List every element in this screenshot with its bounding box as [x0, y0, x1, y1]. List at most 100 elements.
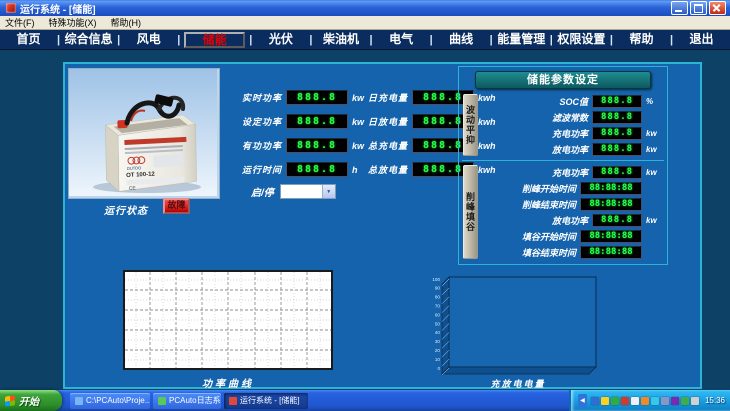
nav-item-12[interactable]: 退出 — [673, 32, 730, 47]
energy-chart-title: 充放电电量 — [428, 377, 608, 390]
tray-icon-10[interactable] — [681, 397, 689, 405]
settings-group: 削峰填谷充电功率888.8kw削峰开始时间88:88:88削峰结束时间88:88… — [463, 164, 663, 260]
task-app-icon — [229, 397, 237, 405]
minimize-icon — [675, 10, 682, 12]
settings-row: 放电功率 888.8 kw — [481, 212, 663, 228]
setting-label: 放电功率 — [481, 214, 588, 227]
nav-separator: | — [177, 34, 180, 46]
settings-row: 填谷结束时间88:88:88 — [481, 244, 663, 260]
energy-ytick: 70 — [435, 304, 441, 309]
taskbar-task-2[interactable]: PCAuto日志系统 — [153, 393, 221, 409]
setting-unit: % — [646, 97, 663, 106]
setting-value-display[interactable]: 888.8 — [592, 95, 642, 108]
metric-label: 实时功率 — [214, 91, 282, 104]
tray-icon-6[interactable] — [641, 397, 649, 405]
settings-group: 波动平抑SOC值888.8%滤波常数888.8充电功率888.8kw放电功率88… — [463, 93, 663, 157]
tray-icons — [591, 397, 699, 405]
nav-item-8[interactable]: 曲线 — [433, 32, 490, 47]
metric-label: 运行时间 — [214, 163, 282, 176]
setting-value-display[interactable]: 888.8 — [592, 127, 642, 140]
nav-item-3[interactable]: 风电 — [120, 32, 177, 47]
start-button[interactable]: 开始 — [0, 390, 62, 411]
energy-ytick: 60 — [435, 312, 441, 317]
settings-panel: 储能参数设定 波动平抑SOC值888.8%滤波常数888.8充电功率888.8k… — [458, 66, 668, 265]
nav-item-10[interactable]: 权限设置 — [553, 32, 610, 47]
screen: 运行系统 - [储能] 文件(F) 特殊功能(X) 帮助(H) 首页|综合信息|… — [0, 0, 730, 411]
start-stop-label: 启/停 — [251, 184, 274, 199]
setting-label: 削峰结束时间 — [481, 198, 576, 211]
setting-label: SOC值 — [481, 95, 588, 108]
settings-row: 填谷开始时间88:88:88 — [481, 228, 663, 244]
energy-ytick: 30 — [435, 339, 441, 344]
settings-row: SOC值 888.8% — [481, 93, 663, 109]
setting-value-display[interactable]: 888.8 — [592, 214, 642, 227]
tray-icon-2[interactable] — [601, 397, 609, 405]
menu-file[interactable]: 文件(F) — [5, 16, 35, 29]
nav-item-1[interactable]: 首页 — [0, 32, 57, 47]
setting-value-display[interactable]: 888.8 — [592, 166, 642, 179]
nav-item-7[interactable]: 电气 — [373, 32, 430, 47]
setting-unit: kw — [646, 145, 663, 154]
task-label: PCAuto日志系统 — [169, 395, 221, 406]
nav-item-2[interactable]: 综合信息 — [60, 32, 117, 47]
start-button-label: 开始 — [19, 393, 39, 408]
metric-label: 总充电量 — [340, 139, 408, 152]
settings-group-tab[interactable]: 削峰填谷 — [463, 165, 478, 259]
setting-value-display[interactable]: 888.8 — [592, 111, 642, 124]
settings-groups: 波动平抑SOC值888.8%滤波常数888.8充电功率888.8kw放电功率88… — [461, 93, 665, 260]
setting-value-display[interactable]: 88:88:88 — [580, 198, 642, 211]
setting-label: 放电功率 — [481, 143, 588, 156]
metric-value-display: 888.8 — [286, 114, 348, 129]
main-panel: OUTDO OT 100-12 CE 运行状态 故障 实时功率888.8kw设定… — [63, 62, 702, 389]
setting-value-display[interactable]: 88:88:88 — [580, 182, 642, 195]
tray-icon-4[interactable] — [621, 397, 629, 405]
battery-brand: OUTDO — [127, 165, 142, 171]
windows-flag-icon — [5, 395, 15, 406]
tray-icon-9[interactable] — [671, 397, 679, 405]
metric-value-display: 888.8 — [286, 138, 348, 153]
energy-ytick: 20 — [435, 348, 441, 353]
nav-item-5[interactable]: 光伏 — [252, 32, 309, 47]
settings-row: 充电功率888.8kw — [481, 125, 663, 141]
settings-group-tab[interactable]: 波动平抑 — [463, 94, 478, 156]
setting-value-display[interactable]: 888.8 — [592, 143, 642, 156]
restore-icon — [694, 4, 703, 13]
tray-icon-8[interactable] — [661, 397, 669, 405]
start-stop-row: 启/停 ▼ — [251, 184, 336, 199]
task-label: C:\PCAuto\Proje... — [86, 396, 150, 405]
tray-icon-11[interactable] — [691, 397, 699, 405]
settings-panel-title: 储能参数设定 — [475, 71, 651, 89]
metric-label: 总放电量 — [340, 163, 408, 176]
metric-label: 设定功率 — [214, 115, 282, 128]
energy-chart: 1009080706050403020100 — [428, 272, 608, 378]
minimize-button[interactable] — [671, 1, 688, 15]
menu-help[interactable]: 帮助(H) — [111, 16, 142, 29]
nav-item-6[interactable]: 柴油机 — [312, 32, 369, 47]
menu-special[interactable]: 特殊功能(X) — [49, 16, 97, 29]
close-button[interactable] — [709, 1, 726, 15]
metric-value-display: 888.8 — [286, 162, 348, 177]
tray-collapse-icon[interactable]: ◀ — [578, 394, 587, 408]
setting-value-display[interactable]: 88:88:88 — [580, 230, 642, 243]
taskbar-task-3[interactable]: 运行系统 - [储能] — [224, 393, 308, 409]
nav-item-4[interactable]: 储能 — [184, 32, 245, 48]
battery-image-box: OUTDO OT 100-12 CE — [68, 68, 220, 199]
tray-icon-1[interactable] — [591, 397, 599, 405]
setting-unit: kw — [646, 216, 663, 225]
setting-value-display[interactable]: 88:88:88 — [580, 246, 642, 259]
energy-ytick: 80 — [435, 295, 441, 300]
start-stop-select[interactable]: ▼ — [280, 184, 336, 199]
taskbar-task-1[interactable]: C:\PCAuto\Proje... — [70, 393, 150, 409]
tray-icon-3[interactable] — [611, 397, 619, 405]
metric-label: 日放电量 — [340, 115, 408, 128]
nav-item-9[interactable]: 能量管理 — [493, 32, 550, 47]
window-title: 运行系统 - [储能] — [20, 1, 96, 16]
taskbar-clock: 15:36 — [705, 396, 725, 405]
tray-icon-7[interactable] — [651, 397, 659, 405]
nav-item-11[interactable]: 帮助 — [613, 32, 670, 47]
settings-rows: 充电功率888.8kw削峰开始时间88:88:88削峰结束时间88:88:88放… — [481, 164, 663, 260]
tray-icon-5[interactable] — [631, 397, 639, 405]
run-status-label: 运行状态 — [93, 202, 159, 217]
restore-button[interactable] — [690, 1, 707, 15]
chevron-down-icon[interactable]: ▼ — [322, 185, 335, 198]
